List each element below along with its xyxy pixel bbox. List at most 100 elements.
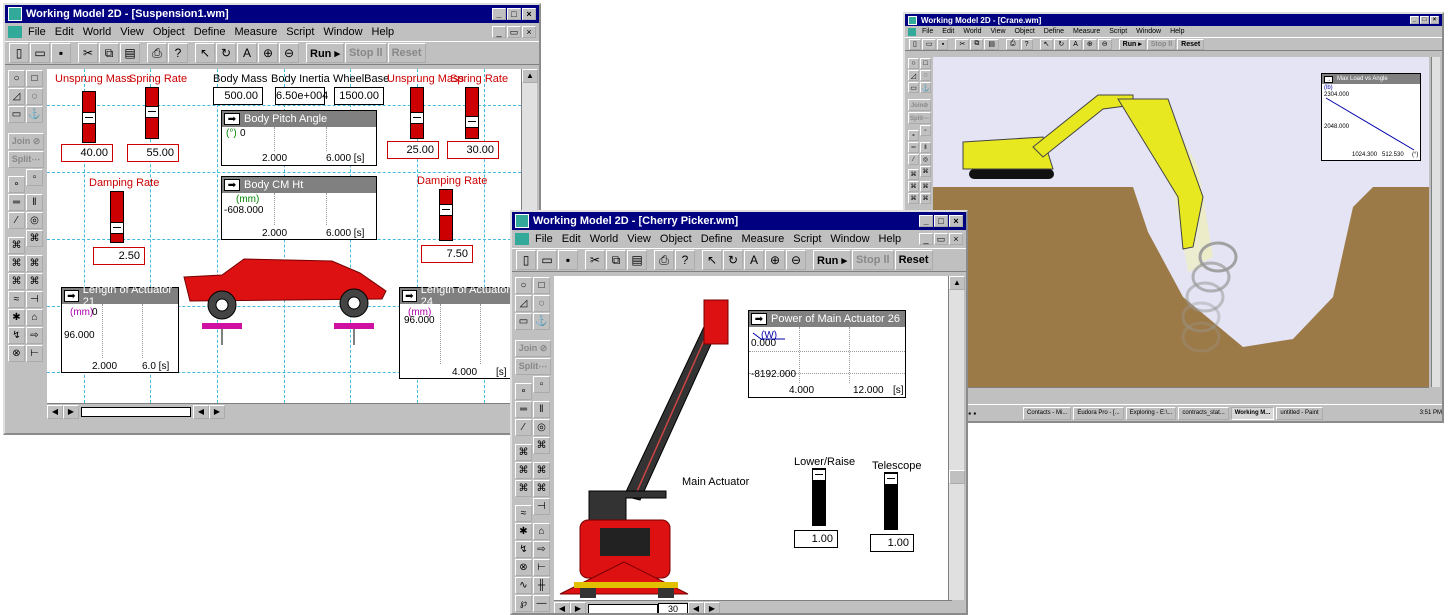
damping-rate-2-input[interactable]: 7.50 [421, 245, 473, 263]
line-tool-icon[interactable]: — [533, 595, 550, 612]
lower-raise-slider[interactable] [812, 468, 826, 526]
menu-world[interactable]: World [590, 233, 619, 245]
anchor-tool-icon[interactable]: ⚓ [26, 106, 43, 123]
curve-tool-icon[interactable]: ◌ [533, 295, 550, 312]
slot-tool-icon[interactable]: ═ [908, 142, 919, 153]
rect-tool-icon[interactable]: ▭ [515, 313, 532, 330]
menu-define[interactable]: Define [701, 233, 733, 245]
menu-measure[interactable]: Measure [741, 233, 784, 245]
pointer-icon[interactable]: ↖ [702, 250, 722, 270]
menu-file[interactable]: File [535, 233, 553, 245]
suspension-titlebar[interactable]: Working Model 2D - [Suspension1.wm] _ □ … [5, 5, 539, 23]
polygon-tool-icon[interactable]: ◿ [8, 88, 25, 105]
spring-tool-icon[interactable]: ≈ [8, 291, 25, 308]
square-tool-icon[interactable]: □ [920, 58, 931, 69]
separator-tool-icon[interactable]: ⊢ [26, 345, 43, 362]
zoom-in-icon[interactable]: ⊕ [1082, 38, 1097, 50]
menu-measure[interactable]: Measure [234, 26, 277, 38]
crane-hscroll[interactable] [933, 387, 1429, 397]
square-point-tool-icon[interactable]: ▫ [533, 376, 550, 393]
circle-tool-icon[interactable]: ○ [908, 58, 919, 69]
scroll-up-icon[interactable]: ▲ [949, 276, 965, 290]
frame-back-icon[interactable]: ◀ [193, 404, 209, 419]
copy-icon[interactable]: ⧉ [606, 250, 626, 270]
doc-close-button[interactable]: × [522, 26, 536, 38]
body-inertia-input[interactable]: 6.50e+004 [275, 87, 328, 105]
zoom-out-icon[interactable]: ⊖ [1097, 38, 1112, 50]
text-tool-icon[interactable]: A [1069, 38, 1082, 50]
spring-rate-slider[interactable] [145, 87, 159, 139]
reset-button[interactable]: Reset [387, 43, 426, 63]
menu-help[interactable]: Help [372, 26, 395, 38]
time-slider[interactable] [588, 603, 658, 613]
text-tool-icon[interactable]: A [744, 250, 764, 270]
slider-knob[interactable] [439, 204, 453, 216]
rect-tool-icon[interactable]: ▭ [8, 106, 25, 123]
help-icon[interactable]: ? [168, 43, 188, 63]
stop-button[interactable]: Stop ll [1146, 38, 1177, 50]
save-icon[interactable]: ▪ [558, 250, 578, 270]
rope-tool-icon[interactable]: ⌘ [920, 193, 931, 204]
cherry-picker-titlebar[interactable]: Working Model 2D - [Cherry Picker.wm] _ … [512, 212, 966, 230]
crane-canvas[interactable]: → Max Load vs Angle (lb) 2304.000 2048.00… [933, 57, 1429, 387]
crane-vscroll[interactable] [1431, 57, 1440, 387]
square-point-tool-icon[interactable]: ▫ [920, 125, 931, 136]
arrow-tool-icon[interactable]: ⇨ [533, 541, 550, 558]
maximize-button[interactable]: □ [507, 8, 521, 20]
curved-slot-tool-icon[interactable]: ⁄ [515, 419, 532, 436]
slider-knob[interactable] [145, 106, 159, 118]
vslot-tool-icon[interactable]: ‖ [26, 194, 43, 211]
gear-tool-icon[interactable]: ⌘ [908, 193, 919, 204]
join-button[interactable]: Join ⊘ [8, 133, 44, 150]
task-eudora[interactable]: Eudora Pro - [... [1073, 406, 1124, 420]
sensor-tool-icon[interactable]: ℘ [515, 595, 532, 612]
motor2-tool-icon[interactable]: ⌘ [920, 166, 931, 177]
copy-icon[interactable]: ⧉ [99, 43, 119, 63]
split-button[interactable]: Split⋯ [908, 112, 931, 124]
frame-counter[interactable]: 30 [658, 602, 688, 613]
power-actuator-meter[interactable]: ➡ Power of Main Actuator 26 (W) 0.000 -81… [748, 310, 906, 398]
body-pitch-meter[interactable]: ➡ Body Pitch Angle (°) 0 2.000 6.000 [s] [221, 110, 377, 166]
zoom-out-icon[interactable]: ⊖ [279, 43, 299, 63]
damping-rate-input[interactable]: 2.50 [93, 247, 145, 265]
menu-file[interactable]: File [922, 28, 933, 35]
stop-button[interactable]: Stop ll [851, 250, 894, 270]
pin-tool-icon[interactable]: ◎ [26, 212, 43, 229]
print-icon[interactable]: ⎙ [1005, 38, 1020, 50]
rod-tool-icon[interactable]: ⌘ [533, 462, 550, 479]
cut-icon[interactable]: ✂ [585, 250, 605, 270]
run-button[interactable]: Run ▸ [813, 250, 851, 270]
polygon-tool-icon[interactable]: ◿ [515, 295, 532, 312]
minimize-button[interactable]: _ [1410, 16, 1419, 24]
actuator-21-meter[interactable]: ➡ Length of Actuator 21 (mm) 0 96.000 2.0… [61, 284, 179, 373]
torque-tool-icon[interactable]: ⊗ [515, 559, 532, 576]
time-slider[interactable] [81, 406, 191, 417]
scroll-left-icon[interactable]: ◀ [47, 404, 63, 419]
anchor-tool-icon[interactable]: ⚓ [920, 82, 931, 93]
print-icon[interactable]: ⎙ [654, 250, 674, 270]
pin-tool-icon[interactable]: ◎ [533, 419, 550, 436]
circle-tool-icon[interactable]: ○ [515, 277, 532, 294]
gear-tool-icon[interactable]: ⌘ [8, 273, 25, 290]
close-button[interactable]: × [949, 215, 963, 227]
rope-tool-icon[interactable]: ⌘ [533, 480, 550, 497]
slot-tool-icon[interactable]: ═ [515, 401, 532, 418]
curved-slot-tool-icon[interactable]: ⁄ [8, 212, 25, 229]
unsprung-mass-input[interactable]: 40.00 [61, 144, 113, 162]
wheelbase-input[interactable]: 1500.00 [334, 87, 384, 105]
reset-button[interactable]: Reset [894, 250, 933, 270]
rotational-damper-tool-icon[interactable]: ⌂ [533, 523, 550, 540]
pulley-tool-icon[interactable]: ╫ [533, 577, 550, 594]
scroll-right-icon[interactable]: ▶ [570, 601, 586, 613]
task-exploring[interactable]: Exploring - E:\... [1125, 406, 1177, 420]
motor2-tool-icon[interactable]: ⌘ [26, 230, 43, 247]
task-contacts[interactable]: Contacts - Mi... [1023, 406, 1072, 420]
rotational-spring-tool-icon[interactable]: ✱ [515, 523, 532, 540]
rotate-icon[interactable]: ↻ [1054, 38, 1069, 50]
body-cm-meter[interactable]: ➡ Body CM Ht (mm) -608.000 2.000 6.000 [s… [221, 176, 377, 240]
open-icon[interactable]: ▭ [921, 38, 937, 50]
slot-tool-icon[interactable]: ═ [8, 194, 25, 211]
stop-button[interactable]: Stop ll [344, 43, 387, 63]
unsprung-mass-2-input[interactable]: 25.00 [387, 141, 439, 159]
scroll-up-icon[interactable]: ▲ [522, 69, 538, 83]
